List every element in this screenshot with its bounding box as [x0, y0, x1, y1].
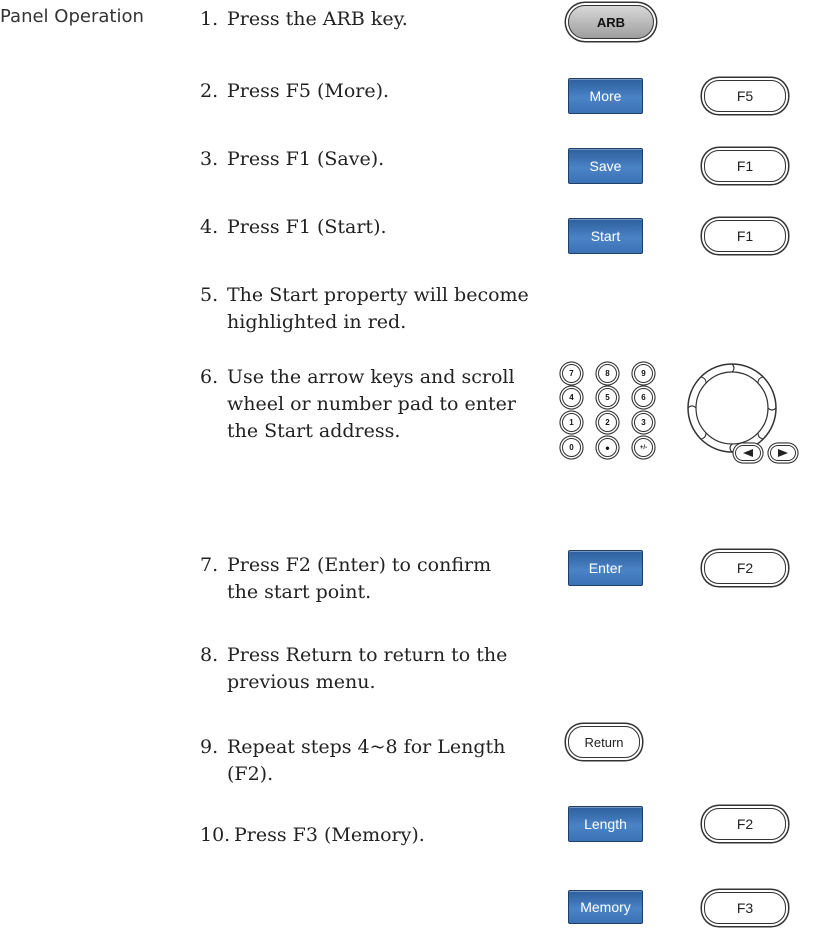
- step-number: 1.: [200, 8, 219, 30]
- step-number: 9.: [200, 736, 219, 758]
- step-text: Press Return to return to the previous m…: [227, 644, 508, 693]
- return-key[interactable]: Return: [568, 726, 640, 758]
- step-text: Press F1 (Save).: [227, 148, 385, 170]
- step-number: 4.: [200, 216, 219, 238]
- more-softkey[interactable]: More: [568, 78, 643, 114]
- numpad-key-6[interactable]: 6: [634, 388, 653, 407]
- arb-key[interactable]: ARB: [568, 5, 654, 39]
- enter-softkey[interactable]: Enter: [568, 550, 643, 586]
- step-text: Press F5 (More).: [227, 80, 390, 102]
- f2-key[interactable]: F2: [704, 808, 786, 840]
- numpad-key-1[interactable]: 1: [562, 413, 581, 432]
- start-softkey[interactable]: Start: [568, 218, 643, 254]
- step-text: Use the arrow keys and scroll wheel or n…: [227, 366, 516, 442]
- step-text: Press the ARB key.: [227, 8, 408, 30]
- scroll-wheel-icon[interactable]: [684, 360, 780, 456]
- numpad-key-9[interactable]: 9: [634, 364, 653, 383]
- step-text: Press F2 (Enter) to confirm the start po…: [227, 554, 492, 603]
- numpad-key-2[interactable]: 2: [598, 413, 617, 432]
- memory-softkey[interactable]: Memory: [568, 890, 643, 924]
- step-number: 2.: [200, 80, 219, 102]
- save-softkey[interactable]: Save: [568, 148, 643, 184]
- numpad-key-dot[interactable]: •: [598, 438, 617, 457]
- numpad-key-0[interactable]: 0: [562, 438, 581, 457]
- numpad-key-7[interactable]: 7: [562, 364, 581, 383]
- f1-key[interactable]: F1: [704, 150, 786, 182]
- section-label: Panel Operation: [0, 6, 144, 27]
- step-number: 10.: [200, 824, 231, 846]
- length-softkey[interactable]: Length: [568, 806, 643, 842]
- numpad-key-8[interactable]: 8: [598, 364, 617, 383]
- step-number: 3.: [200, 148, 219, 170]
- numpad-key-5[interactable]: 5: [598, 388, 617, 407]
- numpad-key-4[interactable]: 4: [562, 388, 581, 407]
- numpad-key-plus-minus[interactable]: +/-: [634, 438, 653, 457]
- step-number: 8.: [200, 644, 219, 666]
- right-arrow-key-icon[interactable]: [770, 445, 796, 461]
- left-arrow-key-icon[interactable]: [735, 445, 761, 461]
- step-text: Press F1 (Start).: [227, 216, 387, 238]
- f1-key[interactable]: F1: [704, 220, 786, 252]
- step-text: Repeat steps 4~8 for Length (F2).: [227, 736, 506, 785]
- f2-key[interactable]: F2: [704, 552, 786, 584]
- step-number: 7.: [200, 554, 219, 576]
- f5-key[interactable]: F5: [704, 80, 786, 112]
- f3-key[interactable]: F3: [704, 892, 786, 924]
- step-number: 5.: [200, 284, 219, 306]
- step-text: The Start property will become highlight…: [227, 284, 529, 333]
- numpad-key-3[interactable]: 3: [634, 413, 653, 432]
- step-number: 6.: [200, 366, 219, 388]
